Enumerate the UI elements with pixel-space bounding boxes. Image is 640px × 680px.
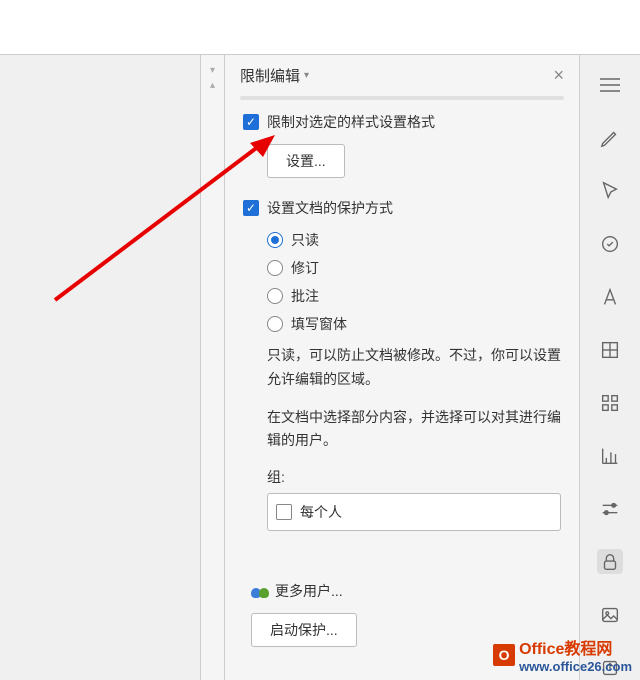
radio-revision-label: 修订 <box>291 258 319 278</box>
radio-readonly-label: 只读 <box>291 230 319 250</box>
radio-form[interactable] <box>267 316 283 332</box>
panel-divider <box>240 96 564 100</box>
radio-readonly[interactable] <box>267 232 283 248</box>
chart-icon[interactable] <box>597 443 623 468</box>
readonly-description: 只读，可以防止文档被修改。不过，你可以设置允许编辑的区域。 <box>267 344 561 392</box>
lock-icon[interactable] <box>597 549 623 574</box>
badge-icon[interactable] <box>597 232 623 257</box>
limit-formatting-label: 限制对选定的样式设置格式 <box>267 112 435 132</box>
group-label: 组: <box>267 467 561 487</box>
table-icon[interactable] <box>597 338 623 363</box>
radio-revision[interactable] <box>267 260 283 276</box>
close-icon[interactable]: × <box>553 65 564 86</box>
settings-button[interactable]: 设置... <box>267 144 345 178</box>
more-users-link[interactable]: 更多用户... <box>251 581 561 601</box>
menu-icon[interactable] <box>597 73 623 98</box>
text-icon[interactable] <box>597 285 623 310</box>
document-area <box>0 55 200 680</box>
protection-mode-label: 设置文档的保护方式 <box>267 198 393 218</box>
radio-comment[interactable] <box>267 288 283 304</box>
radio-form-label: 填写窗体 <box>291 314 347 334</box>
cursor-icon[interactable] <box>597 179 623 204</box>
more-users-label: 更多用户... <box>275 581 343 601</box>
grid-icon[interactable] <box>597 391 623 416</box>
restrict-editing-panel: 限制编辑▾ × ✓ 限制对选定的样式设置格式 设置... ✓ 设置文档的保护方式… <box>225 55 580 680</box>
pencil-icon[interactable] <box>597 126 623 151</box>
ruler-gutter: ▾ ▴ <box>200 55 225 680</box>
start-protection-button[interactable]: 启动保护... <box>251 613 357 647</box>
protection-mode-checkbox[interactable]: ✓ <box>243 200 259 216</box>
sliders-icon[interactable] <box>597 496 623 521</box>
watermark: O Office教程网 www.office26.com <box>493 635 632 674</box>
group-box: 每个人 <box>267 493 561 531</box>
limit-formatting-checkbox[interactable]: ✓ <box>243 114 259 130</box>
office-logo-icon: O <box>493 644 515 666</box>
image-icon[interactable] <box>597 602 623 627</box>
select-users-description: 在文档中选择部分内容，并选择可以对其进行编辑的用户。 <box>267 406 561 454</box>
right-toolbar <box>580 55 640 680</box>
panel-title[interactable]: 限制编辑▾ <box>240 65 309 86</box>
users-icon <box>251 584 269 598</box>
everyone-label: 每个人 <box>300 502 342 522</box>
radio-comment-label: 批注 <box>291 286 319 306</box>
everyone-checkbox[interactable] <box>276 504 292 520</box>
top-toolbar <box>0 0 640 55</box>
